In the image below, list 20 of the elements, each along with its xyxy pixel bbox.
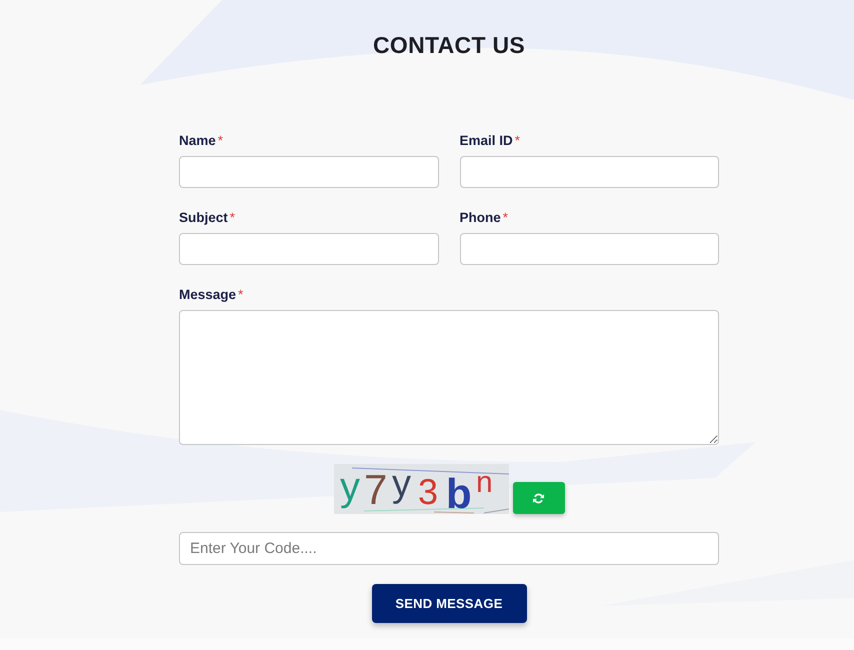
field-label: Subject [179,209,228,227]
field-label: Phone [460,209,501,227]
field-label: Name [179,132,216,150]
required-mark: * [230,209,236,227]
refresh-button[interactable] [512,482,564,514]
message-field[interactable] [179,310,719,445]
input-field[interactable] [460,233,719,265]
code-input-field[interactable]: Enter Your Code.... [179,532,719,565]
required-mark: * [502,209,508,227]
field-label: Email ID [460,132,513,150]
field-label: Message [179,286,236,304]
page-heading: CONTACT US [372,31,526,59]
input-field[interactable] [179,156,438,188]
required-mark: * [514,132,520,150]
required-mark: * [238,286,244,304]
refresh-icon [533,492,544,504]
required-mark: * [218,132,224,150]
input-field[interactable] [460,156,719,188]
input-field[interactable] [179,233,438,265]
send-message-button[interactable]: SEND MESSAGE [372,584,526,623]
